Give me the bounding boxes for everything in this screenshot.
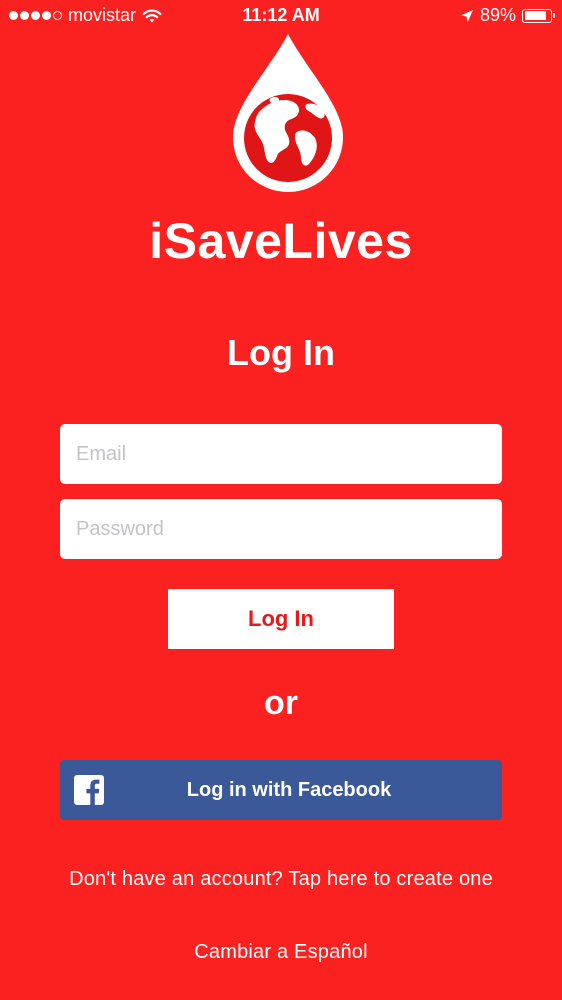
location-arrow-icon	[460, 9, 473, 22]
language-toggle-link[interactable]: Cambiar a Español	[0, 941, 562, 964]
or-divider-label: or	[264, 684, 298, 722]
app-name: iSaveLives	[149, 213, 413, 269]
status-bar-right: 89%	[460, 5, 555, 26]
battery-tip	[553, 13, 555, 18]
blood-drop-globe-icon	[233, 34, 343, 192]
login-button[interactable]: Log In	[168, 589, 394, 649]
battery-icon	[522, 8, 555, 23]
status-bar: movistar 11:12 AM 89%	[0, 0, 562, 32]
battery-level-fill	[524, 11, 546, 20]
battery-percent: 89%	[479, 5, 516, 25]
password-input[interactable]	[60, 499, 502, 559]
signup-link[interactable]: Don't have an account? Tap here to creat…	[0, 868, 562, 891]
page-title: Log In	[227, 332, 335, 373]
facebook-login-label: Log in with Facebook	[186, 778, 392, 801]
facebook-login-button[interactable]: Log in with Facebook	[60, 760, 502, 820]
email-input[interactable]	[60, 424, 502, 484]
